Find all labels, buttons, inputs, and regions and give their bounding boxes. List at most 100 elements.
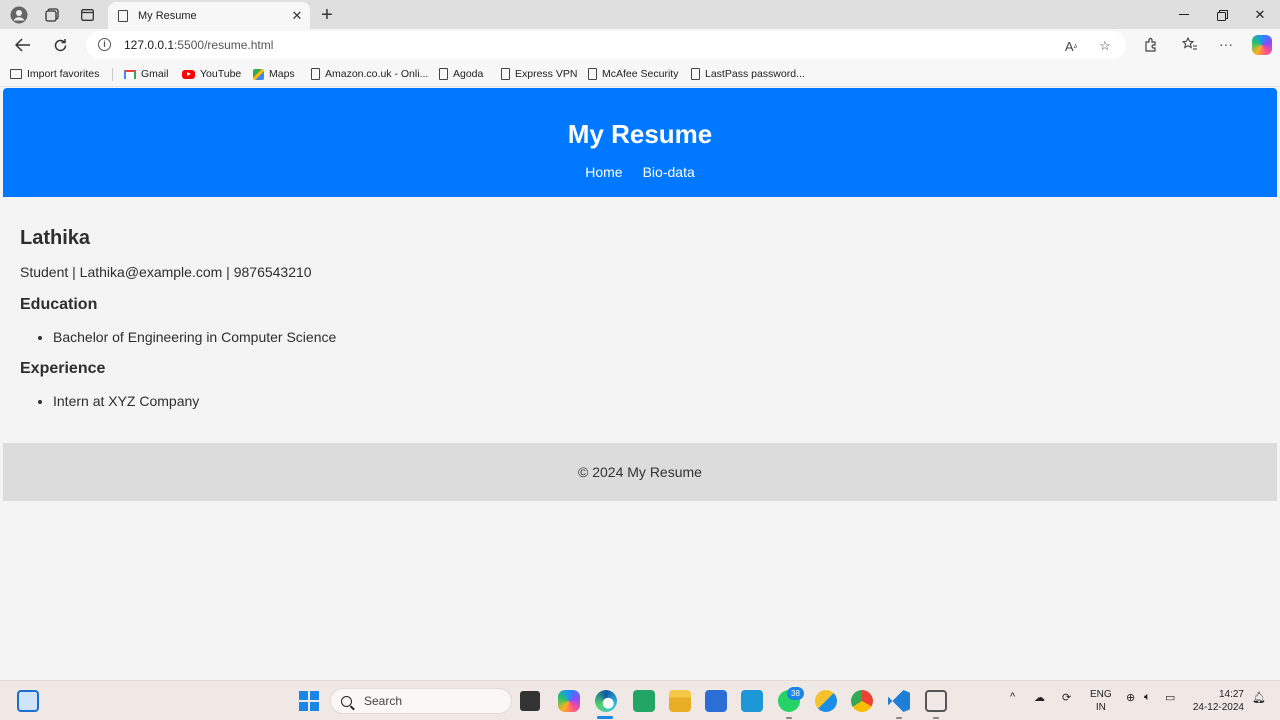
favorites-bar: Import favorites Gmail YouTube Maps Amaz… (0, 61, 1280, 87)
notifications-bell-icon[interactable]: 🔔︎ (1252, 691, 1266, 704)
resume-content: Lathika Student | Lathika@example.com | … (3, 197, 1277, 443)
page-icon (118, 9, 128, 22)
resume-contact: Student | Lathika@example.com | 98765432… (20, 264, 312, 280)
restore-icon[interactable] (1204, 4, 1240, 26)
page-icon (588, 68, 597, 80)
minimize-icon[interactable] (1166, 4, 1202, 26)
taskbar-search[interactable]: Search (330, 688, 512, 714)
profile-icon[interactable] (8, 4, 30, 26)
read-aloud-icon[interactable]: Aა (1062, 37, 1080, 55)
url-host: 127.0.0.1 (124, 38, 175, 52)
url-text[interactable]: 127.0.0.1:5500/resume.html (124, 38, 273, 52)
running-app-indicator (786, 717, 792, 719)
page-icon (311, 68, 320, 80)
favorite-label: Express VPN (515, 68, 578, 80)
region-code: IN (1095, 702, 1106, 713)
snipping-tool-icon[interactable] (925, 690, 947, 712)
clock-time: 14:27 (1218, 689, 1244, 700)
favorite-label: Agoda (453, 68, 484, 80)
list-item: Intern at XYZ Company (53, 393, 1260, 409)
experience-heading: Experience (20, 360, 106, 377)
running-app-indicator (896, 717, 902, 719)
file-explorer-icon[interactable] (669, 690, 691, 712)
list-item: Bachelor of Engineering in Computer Scie… (53, 329, 1260, 345)
active-app-indicator (597, 716, 613, 719)
nav-link-home[interactable]: Home (585, 164, 622, 180)
vscode-icon[interactable] (888, 690, 910, 712)
title-bar: My Resume ✕ + ✕ (0, 0, 1280, 29)
favorite-label: Maps (269, 68, 295, 80)
tab-actions-icon[interactable] (76, 4, 98, 26)
notification-badge: 38 (787, 687, 804, 700)
education-list: Bachelor of Engineering in Computer Scie… (20, 329, 1260, 345)
resume-name: Lathika (20, 227, 91, 249)
workspaces-icon[interactable] (41, 4, 63, 26)
favorite-expressvpn[interactable]: Express VPN (501, 66, 577, 82)
new-tab-icon[interactable]: + (316, 4, 338, 26)
copilot-taskbar-icon[interactable] (558, 690, 580, 712)
favorite-lastpass[interactable]: LastPass password... (691, 66, 805, 82)
volume-icon[interactable]: 🔈︎ (1144, 691, 1151, 704)
copilot-icon[interactable] (1252, 35, 1272, 55)
favorite-mcafee[interactable]: McAfee Security (588, 66, 678, 82)
taskbar: Search 38 ^ ☁ ⟳ ENG IN ⊕ 🔈︎ ▭ 14:27 24-1… (0, 680, 1280, 720)
site-info-icon[interactable]: i (98, 38, 111, 51)
page-icon (501, 68, 510, 80)
favorite-import[interactable]: Import favorites (10, 66, 99, 82)
page-icon (691, 68, 700, 80)
search-placeholder: Search (364, 694, 403, 708)
chrome-icon[interactable] (851, 690, 873, 712)
battery-icon[interactable]: ▭ (1165, 691, 1175, 704)
favorite-star-icon[interactable]: ☆ (1096, 37, 1114, 55)
microsoft-store-icon[interactable] (705, 690, 727, 712)
favorite-agoda[interactable]: Agoda (439, 66, 483, 82)
favorite-label: YouTube (200, 68, 242, 80)
gmail-icon (124, 69, 136, 79)
network-icon[interactable]: ⊕ (1126, 691, 1135, 704)
onedrive-icon[interactable]: ☁ (1034, 691, 1045, 704)
nav-link-bio-data[interactable]: Bio-data (643, 164, 695, 180)
experience-list: Intern at XYZ Company (20, 393, 1260, 409)
language-indicator[interactable]: ENG IN (1090, 688, 1112, 714)
favorites-icon[interactable] (1181, 35, 1199, 53)
favorite-gmail[interactable]: Gmail (124, 66, 168, 82)
tab-title: My Resume (138, 9, 197, 22)
footer-text: © 2024 My Resume (578, 464, 702, 480)
site-footer: © 2024 My Resume (3, 443, 1277, 501)
more-options-icon[interactable]: ··· (1217, 35, 1235, 53)
page-icon (439, 68, 448, 80)
running-app-indicator (933, 717, 939, 719)
extensions-icon[interactable] (1141, 35, 1159, 53)
clock-date: 24-12-2024 (1192, 702, 1244, 713)
youtube-icon (182, 69, 195, 79)
show-hidden-icons-icon[interactable]: ^ (1010, 691, 1015, 703)
close-window-icon[interactable]: ✕ (1242, 4, 1278, 26)
navigation-bar: i 127.0.0.1:5500/resume.html Aა ☆ ··· (0, 29, 1280, 61)
site-title: My Resume (567, 119, 713, 149)
back-icon[interactable] (11, 34, 35, 56)
web-page: My Resume Home Bio-data Lathika Student … (3, 88, 1277, 678)
edge-icon[interactable] (595, 690, 617, 712)
clock[interactable]: 14:27 24-12-2024 (1188, 688, 1244, 714)
url-path: :5500/resume.html (174, 38, 274, 52)
favorite-youtube[interactable]: YouTube (182, 66, 241, 82)
myhp-icon[interactable] (741, 690, 763, 712)
favorite-amazon[interactable]: Amazon.co.uk - Onli... (311, 66, 428, 82)
favorite-maps[interactable]: Maps (253, 66, 295, 82)
close-tab-icon[interactable]: ✕ (288, 7, 306, 25)
widgets-icon[interactable] (17, 690, 39, 712)
start-icon[interactable] (299, 691, 319, 711)
weather-icon[interactable] (815, 690, 837, 712)
search-icon (341, 695, 352, 707)
tab-my-resume[interactable]: My Resume ✕ (108, 2, 310, 29)
education-heading: Education (20, 296, 98, 313)
task-view-icon[interactable] (520, 691, 540, 711)
site-header: My Resume Home Bio-data (3, 88, 1277, 197)
google-sheets-icon[interactable] (633, 690, 655, 712)
favorite-label: Gmail (141, 68, 169, 80)
favorite-label: Import favorites (27, 68, 100, 80)
sync-icon[interactable]: ⟳ (1062, 691, 1071, 704)
refresh-icon[interactable] (48, 34, 72, 56)
favorite-label: McAfee Security (602, 68, 679, 80)
address-bar[interactable]: i 127.0.0.1:5500/resume.html Aა ☆ (86, 31, 1126, 59)
